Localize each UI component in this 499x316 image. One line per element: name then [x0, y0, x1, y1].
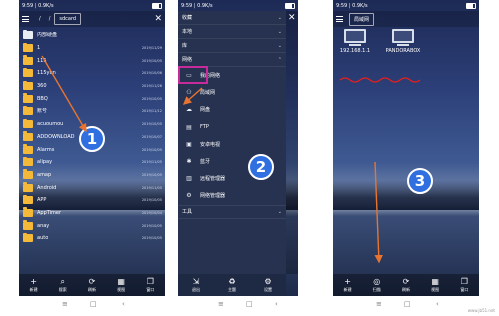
system-navigation-bar: ≡ □ ‹ ≡ □ ‹ ≡ □ ‹ www.jb51.net — [0, 300, 499, 314]
annotation-overlay — [41, 55, 421, 264]
nav-menu-icon[interactable]: ≡ — [376, 300, 382, 308]
arrow-to-step-1 — [41, 55, 87, 133]
nav-home-icon[interactable]: □ — [246, 300, 253, 308]
nav-back-icon[interactable]: ‹ — [275, 300, 278, 308]
nav-menu-icon[interactable]: ≡ — [218, 300, 224, 308]
nav-back-icon[interactable]: ‹ — [122, 300, 125, 308]
scribble-underline — [339, 77, 421, 83]
arrow-to-scan — [374, 161, 383, 264]
nav-home-icon[interactable]: □ — [90, 300, 97, 308]
nav-back-icon[interactable]: ‹ — [436, 300, 439, 308]
arrow-to-lan — [182, 87, 203, 105]
nav-home-icon[interactable]: □ — [404, 300, 411, 308]
nav-menu-icon[interactable]: ≡ — [62, 300, 68, 308]
watermark: www.jb51.net — [467, 308, 495, 313]
